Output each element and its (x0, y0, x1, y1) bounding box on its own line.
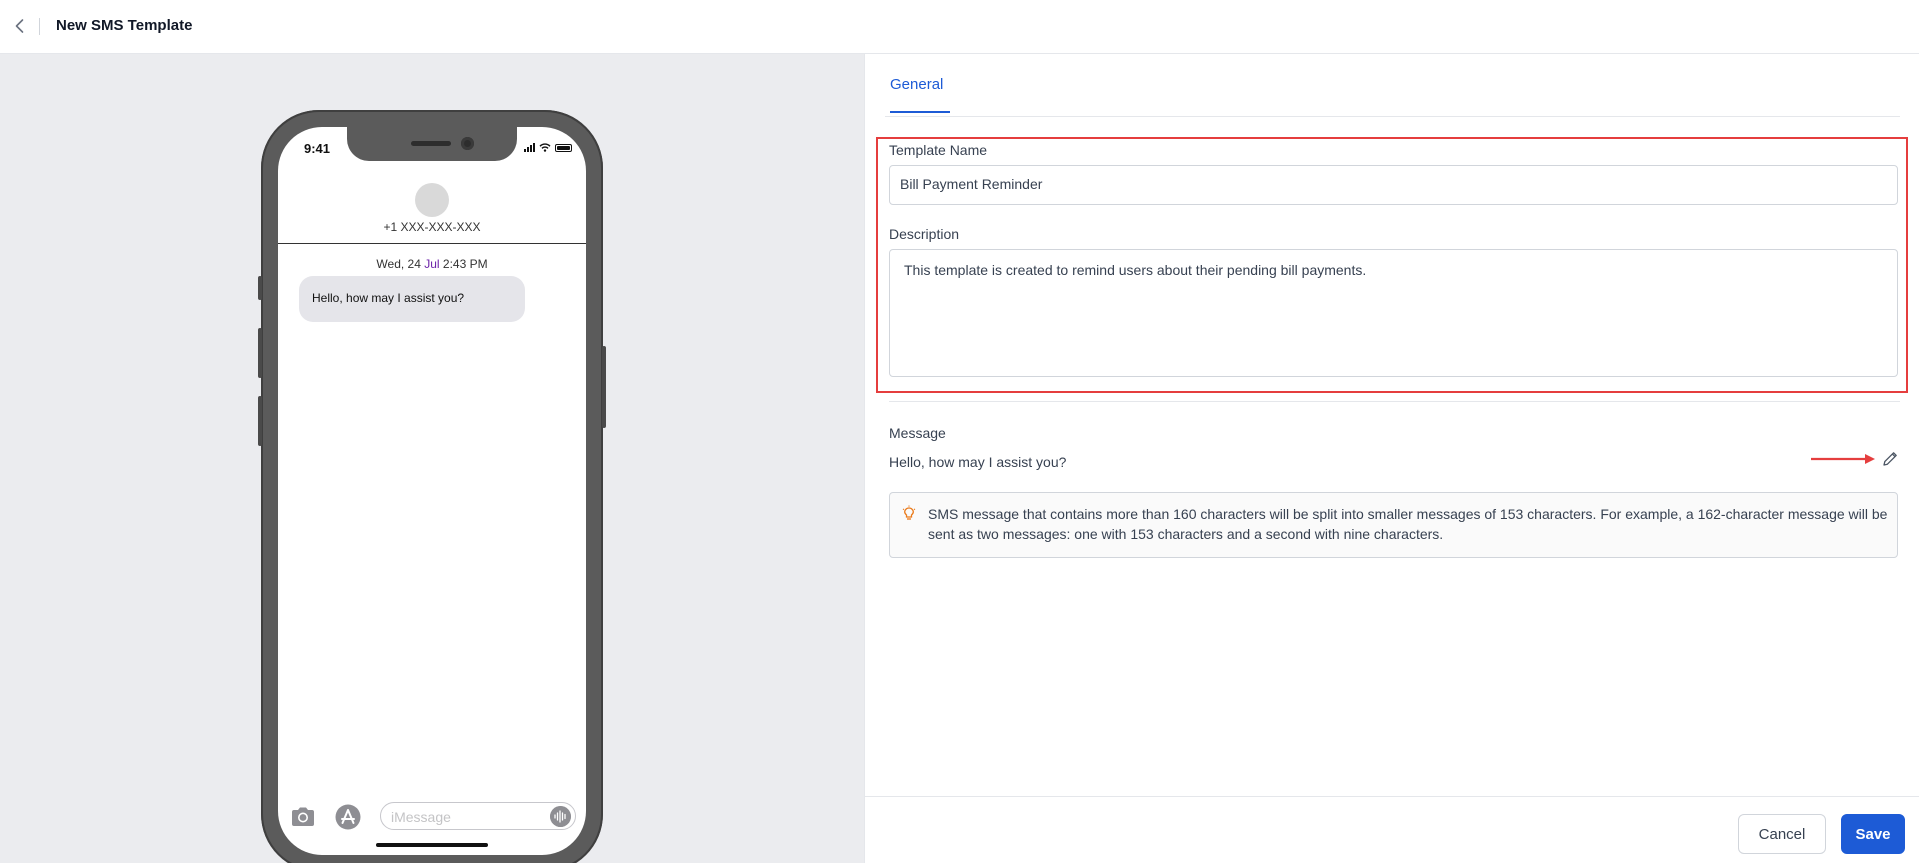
phone-volume-down (258, 396, 262, 446)
front-camera (461, 137, 474, 150)
contact-avatar (415, 183, 449, 217)
contact-divider (278, 243, 586, 244)
tab-general[interactable]: General (890, 76, 950, 113)
timestamp-month: Jul (424, 257, 440, 271)
sms-length-info-box: SMS message that contains more than 160 … (889, 492, 1898, 558)
phone-mute-switch (258, 276, 262, 300)
imessage-placeholder: iMessage (391, 809, 451, 825)
phone-mockup: 9:41 +1 XXX-XXX-XXX Wed, 24 Jul 2:43 PM … (258, 110, 606, 863)
form-footer: Cancel Save (865, 796, 1919, 863)
tab-bar: General (885, 54, 1900, 117)
signal-icon (524, 143, 535, 152)
page-title: New SMS Template (56, 17, 193, 34)
phone-power-button (602, 346, 606, 428)
header-divider (39, 18, 40, 35)
timestamp-date: Wed, 24 (376, 257, 425, 271)
template-name-input[interactable]: Bill Payment Reminder (889, 165, 1898, 205)
template-name-label: Template Name (889, 142, 988, 158)
wifi-icon (539, 143, 551, 152)
timestamp-time: 2:43 PM (439, 257, 488, 271)
arrow-right-icon (1811, 454, 1875, 464)
pencil-icon (1883, 452, 1897, 466)
template-form-pane: General Template Name Bill Payment Remin… (864, 54, 1919, 863)
app-store-icon (335, 804, 361, 830)
phone-screen: 9:41 +1 XXX-XXX-XXX Wed, 24 Jul 2:43 PM … (278, 127, 586, 855)
contact-number: +1 XXX-XXX-XXX (383, 220, 481, 234)
save-button[interactable]: Save (1841, 814, 1905, 854)
sms-length-info-text: SMS message that contains more than 160 … (928, 506, 1888, 542)
description-label: Description (889, 226, 960, 242)
message-composer: iMessage (278, 800, 586, 836)
phone-speaker (411, 141, 451, 146)
chevron-left-icon (15, 19, 24, 33)
back-button[interactable] (10, 16, 30, 36)
status-icons (524, 143, 572, 152)
battery-icon (555, 144, 572, 152)
message-label: Message (889, 425, 946, 441)
audio-wave-icon[interactable] (550, 806, 571, 827)
page-header: New SMS Template (0, 0, 1919, 54)
cancel-button[interactable]: Cancel (1738, 814, 1826, 854)
sms-preview-pane: 9:41 +1 XXX-XXX-XXX Wed, 24 Jul 2:43 PM … (0, 54, 864, 863)
section-divider (889, 401, 1900, 402)
message-bubble: Hello, how may I assist you? (299, 276, 525, 322)
description-textarea[interactable]: This template is created to remind users… (889, 249, 1898, 377)
lightbulb-icon (902, 505, 916, 520)
home-indicator (376, 843, 488, 847)
phone-volume-up (258, 328, 262, 378)
status-time: 9:41 (304, 141, 331, 156)
camera-icon (292, 807, 314, 826)
message-value: Hello, how may I assist you? (889, 454, 1067, 470)
edit-message-button[interactable] (1881, 450, 1899, 468)
phone-notch (347, 127, 517, 161)
imessage-input[interactable]: iMessage (380, 802, 576, 830)
message-timestamp: Wed, 24 Jul 2:43 PM (278, 257, 586, 271)
